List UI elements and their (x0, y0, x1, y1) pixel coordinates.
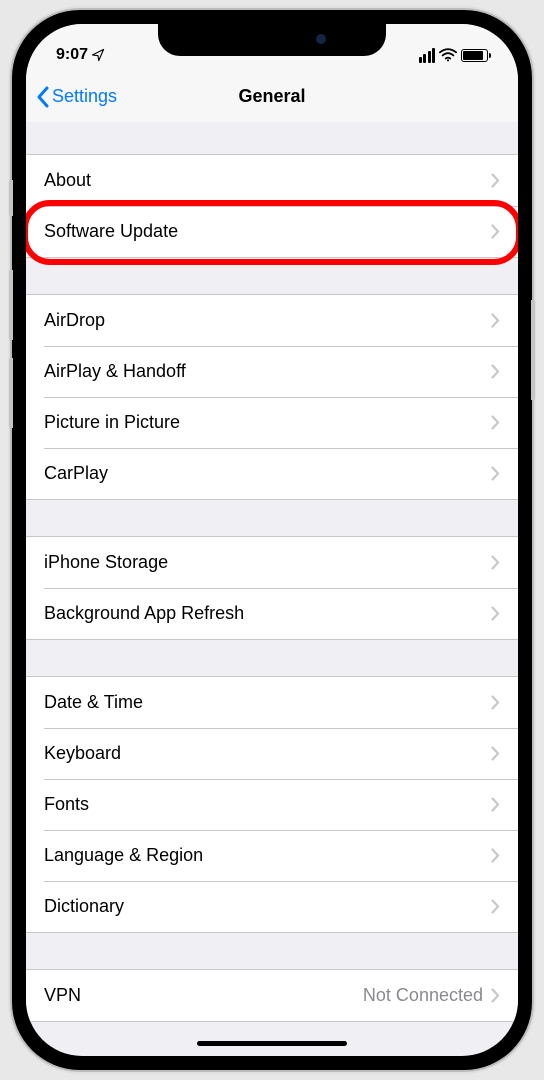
home-indicator[interactable] (197, 1041, 347, 1046)
row-vpn[interactable]: VPN Not Connected (26, 970, 518, 1021)
chevron-right-icon (491, 746, 500, 761)
row-label: VPN (44, 985, 363, 1006)
row-airplay-handoff[interactable]: AirPlay & Handoff (26, 346, 518, 397)
wifi-icon (439, 48, 457, 62)
battery-icon (461, 49, 488, 62)
row-about[interactable]: About (26, 155, 518, 206)
side-button-power (531, 300, 535, 400)
chevron-right-icon (491, 173, 500, 188)
row-carplay[interactable]: CarPlay (26, 448, 518, 499)
chevron-right-icon (491, 695, 500, 710)
settings-group-4: Date & Time Keyboard Fonts Language & Re… (26, 676, 518, 933)
row-iphone-storage[interactable]: iPhone Storage (26, 537, 518, 588)
chevron-right-icon (491, 899, 500, 914)
row-label: Date & Time (44, 692, 491, 713)
row-label: Keyboard (44, 743, 491, 764)
location-icon (91, 48, 105, 62)
row-label: AirDrop (44, 310, 491, 331)
row-label: Picture in Picture (44, 412, 491, 433)
side-button-volume-up (9, 270, 13, 340)
signal-icon (419, 48, 436, 63)
chevron-right-icon (491, 988, 500, 1003)
row-detail: Not Connected (363, 985, 483, 1006)
row-label: Language & Region (44, 845, 491, 866)
row-label: Software Update (44, 221, 491, 242)
chevron-left-icon (36, 86, 50, 108)
chevron-right-icon (491, 313, 500, 328)
page-title: General (238, 86, 305, 107)
side-button-silent (9, 180, 13, 216)
status-right (419, 48, 489, 63)
chevron-right-icon (491, 224, 500, 239)
row-label: CarPlay (44, 463, 491, 484)
row-label: Dictionary (44, 896, 491, 917)
settings-group-5: VPN Not Connected (26, 969, 518, 1022)
back-label: Settings (52, 86, 117, 107)
chevron-right-icon (491, 555, 500, 570)
notch (158, 24, 386, 56)
settings-group-2: AirDrop AirPlay & Handoff Picture in Pic… (26, 294, 518, 500)
row-label: iPhone Storage (44, 552, 491, 573)
chevron-right-icon (491, 364, 500, 379)
phone-frame: 9:07 Settings General About (12, 10, 532, 1070)
settings-group-1: About Software Update (26, 154, 518, 258)
status-left: 9:07 (56, 46, 105, 64)
row-keyboard[interactable]: Keyboard (26, 728, 518, 779)
row-picture-in-picture[interactable]: Picture in Picture (26, 397, 518, 448)
screen: 9:07 Settings General About (26, 24, 518, 1056)
row-language-region[interactable]: Language & Region (26, 830, 518, 881)
chevron-right-icon (491, 415, 500, 430)
content-scroll[interactable]: About Software Update AirDrop AirPlay & … (26, 122, 518, 1056)
row-background-app-refresh[interactable]: Background App Refresh (26, 588, 518, 639)
row-label: Fonts (44, 794, 491, 815)
chevron-right-icon (491, 797, 500, 812)
row-fonts[interactable]: Fonts (26, 779, 518, 830)
status-time: 9:07 (56, 46, 88, 64)
row-date-time[interactable]: Date & Time (26, 677, 518, 728)
chevron-right-icon (491, 848, 500, 863)
row-label: Background App Refresh (44, 603, 491, 624)
chevron-right-icon (491, 606, 500, 621)
row-dictionary[interactable]: Dictionary (26, 881, 518, 932)
row-label: About (44, 170, 491, 191)
settings-group-3: iPhone Storage Background App Refresh (26, 536, 518, 640)
row-software-update[interactable]: Software Update (26, 206, 518, 257)
row-airdrop[interactable]: AirDrop (26, 295, 518, 346)
chevron-right-icon (491, 466, 500, 481)
side-button-volume-down (9, 358, 13, 428)
back-button[interactable]: Settings (36, 86, 117, 108)
row-label: AirPlay & Handoff (44, 361, 491, 382)
nav-bar: Settings General (26, 72, 518, 122)
